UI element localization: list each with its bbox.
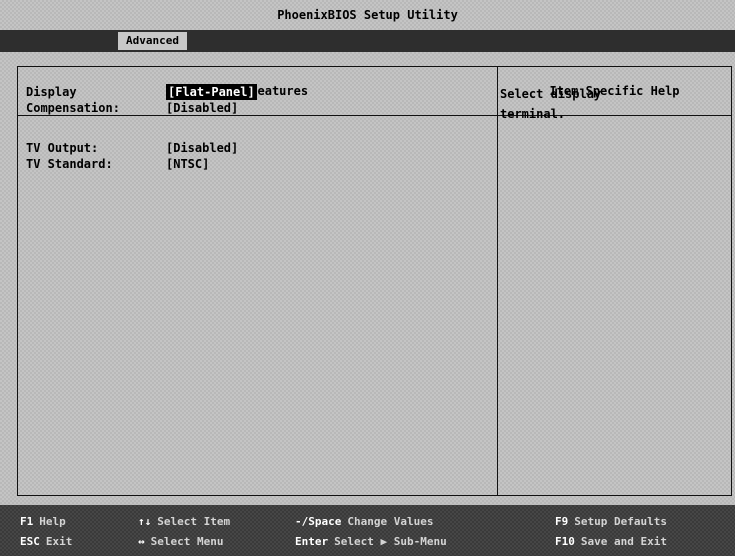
setting-tv-standard[interactable]: TV Standard: [NTSC] (26, 156, 466, 172)
save-exit-desc: Save and Exit (580, 535, 667, 548)
setting-label: TV Output: (26, 141, 99, 155)
app-title: PhoenixBIOS Setup Utility (277, 8, 458, 22)
f10-key: F10 (555, 535, 575, 548)
f1-key: F1 (20, 515, 34, 528)
setting-label: TV Standard: (26, 157, 113, 171)
space-key: -/Space (295, 515, 342, 528)
tv-standard-value[interactable]: [NTSC] (166, 156, 209, 172)
select-menu-key[interactable]: ↔ Select Menu (138, 534, 223, 550)
help-line: Select display (500, 87, 602, 101)
compensation-value[interactable]: [Disabled] (166, 100, 238, 116)
change-values-key[interactable]: -/Space Change Values (295, 514, 433, 530)
bios-screen: PhoenixBIOS Setup Utility Advanced Video… (0, 0, 735, 556)
sub-menu-key[interactable]: Enter Select ▶ Sub-Menu (295, 534, 447, 550)
exit-key[interactable]: ESC Exit (20, 534, 72, 550)
vertical-divider (497, 67, 498, 495)
setting-display[interactable]: Display [Flat-Panel] (26, 84, 466, 100)
setting-tv-output[interactable]: TV Output: [Disabled] (26, 140, 466, 156)
tv-output-value[interactable]: [Disabled] (166, 140, 238, 156)
f9-key: F9 (555, 515, 569, 528)
key-legend: F1 Help ESC Exit ↑↓ Select Item ↔ Select Men… (0, 505, 735, 556)
change-values-desc: Change Values (347, 515, 434, 528)
up-down-arrows-icon: ↑↓ (138, 515, 152, 528)
save-exit-key[interactable]: F10 Save and Exit (555, 534, 667, 550)
left-right-arrows-icon: ↔ (138, 535, 145, 548)
help-key[interactable]: F1 Help (20, 514, 66, 530)
setup-defaults-key[interactable]: F9 Setup Defaults (555, 514, 667, 530)
help-line: terminal. (500, 107, 566, 121)
setup-defaults-desc: Setup Defaults (574, 515, 667, 528)
settings-list: Display [Flat-Panel] Compensation: [Disa… (26, 84, 466, 172)
esc-key: ESC (20, 535, 40, 548)
enter-key: Enter (295, 535, 329, 548)
select-item-desc: Select Item (157, 515, 231, 528)
display-value[interactable]: [Flat-Panel] (166, 84, 257, 100)
tab-advanced[interactable]: Advanced (118, 32, 187, 50)
setting-compensation[interactable]: Compensation: [Disabled] (26, 100, 466, 116)
sub-menu-desc: Select ▶ Sub-Menu (334, 535, 447, 548)
setting-label: Compensation: (26, 101, 120, 115)
select-item-key[interactable]: ↑↓ Select Item (138, 514, 230, 530)
setting-label: Display (26, 85, 77, 99)
select-menu-desc: Select Menu (150, 535, 224, 548)
help-desc: Help (39, 515, 66, 528)
menu-bar: Advanced (0, 30, 735, 52)
exit-desc: Exit (45, 535, 73, 548)
help-text: Select display terminal. (500, 84, 700, 124)
